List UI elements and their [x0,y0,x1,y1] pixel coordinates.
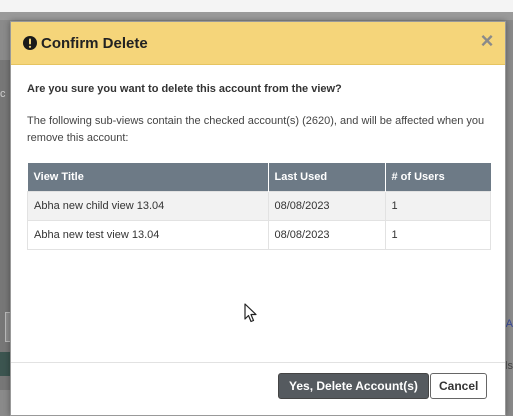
dialog-footer: Yes, Delete Account(s) Cancel [11,362,505,415]
column-header-users: # of Users [385,163,491,192]
dialog-header: Confirm Delete × [11,22,505,65]
confirm-delete-dialog: Confirm Delete × Are you sure you want t… [10,21,506,416]
last-used-cell: 08/08/2023 [267,220,386,250]
background-strip [0,12,513,20]
table-row: Abha new child view 13.04 08/08/2023 1 [27,191,491,221]
mouse-cursor-icon [244,303,258,328]
column-header-view-title: View Title [27,163,269,192]
cancel-button[interactable]: Cancel [430,373,488,399]
delete-accounts-button[interactable]: Yes, Delete Account(s) [278,373,429,399]
exclamation-circle-icon [23,36,37,50]
users-count-cell: 1 [384,191,491,221]
close-icon[interactable]: × [479,30,495,52]
background-left-text: c [0,88,6,100]
dialog-body: Are you sure you want to delete this acc… [11,65,505,250]
affected-views-description: The following sub-views contain the chec… [27,115,485,144]
background-top-bar [0,0,513,12]
view-title-cell: Abha new test view 13.04 [27,220,269,250]
dialog-title: Confirm Delete [41,34,148,52]
view-title-cell: Abha new child view 13.04 [27,191,269,221]
users-count-cell: 1 [384,220,491,250]
confirm-question: Are you sure you want to delete this acc… [27,83,342,95]
background-right-text: ls [505,360,513,372]
background-left-teal [0,352,10,376]
affected-views-table: View Title Last Used # of Users Abha new… [27,163,491,250]
table-header-row: View Title Last Used # of Users [27,163,491,192]
table-row: Abha new test view 13.04 08/08/2023 1 [27,220,491,250]
background-right-panel [505,60,513,390]
background-right-link: A [505,318,513,330]
column-header-last-used: Last Used [268,163,386,192]
last-used-cell: 08/08/2023 [267,191,386,221]
